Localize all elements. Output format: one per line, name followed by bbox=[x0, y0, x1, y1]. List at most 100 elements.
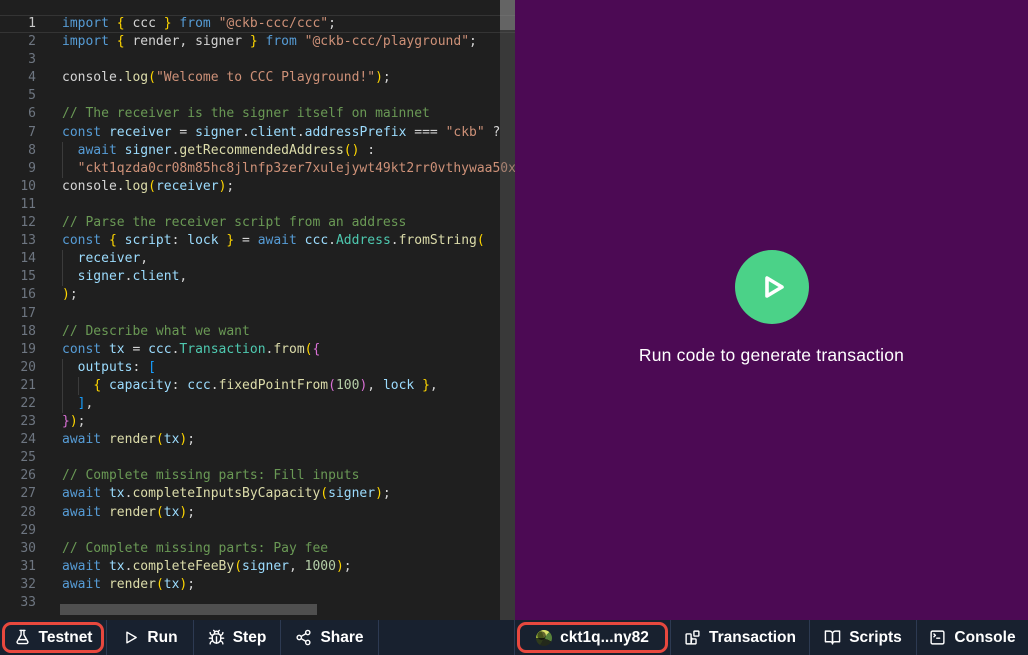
code-text: ); bbox=[36, 286, 78, 304]
code-text: console.log(receiver); bbox=[36, 178, 234, 196]
line-number: 6 bbox=[0, 105, 36, 123]
editor-line: 3 bbox=[0, 51, 515, 69]
line-number: 23 bbox=[0, 413, 36, 431]
editor-line: 26// Complete missing parts: Fill inputs bbox=[0, 467, 515, 485]
scripts-tab[interactable]: Scripts bbox=[810, 620, 917, 655]
code-text bbox=[36, 594, 62, 612]
code-text: // The receiver is the signer itself on … bbox=[36, 105, 430, 123]
transaction-tab[interactable]: Transaction bbox=[671, 620, 810, 655]
indent-guide bbox=[62, 268, 63, 286]
editor-line: 22 ], bbox=[0, 395, 515, 413]
scripts-label: Scripts bbox=[849, 629, 902, 647]
share-button[interactable]: Share bbox=[281, 620, 379, 655]
run-button[interactable]: Run bbox=[107, 620, 194, 655]
line-number: 11 bbox=[0, 196, 36, 214]
line-number: 26 bbox=[0, 467, 36, 485]
bottom-toolbar: Testnet Run Step Share bbox=[0, 620, 1028, 655]
editor-line: 4console.log("Welcome to CCC Playground!… bbox=[0, 69, 515, 87]
line-number: 7 bbox=[0, 124, 36, 142]
line-number: 21 bbox=[0, 377, 36, 395]
editor-line: 21 { capacity: ccc.fixedPointFrom(100), … bbox=[0, 377, 515, 395]
code-text: // Complete missing parts: Pay fee bbox=[36, 540, 328, 558]
code-text: // Parse the receiver script from an add… bbox=[36, 214, 406, 232]
line-number: 14 bbox=[0, 250, 36, 268]
code-text: import { ccc } from "@ckb-ccc/ccc"; bbox=[36, 15, 336, 33]
step-button[interactable]: Step bbox=[194, 620, 281, 655]
line-number: 33 bbox=[0, 594, 36, 612]
indent-guide bbox=[62, 160, 63, 178]
code-text: const receiver = signer.client.addressPr… bbox=[36, 124, 500, 142]
code-editor[interactable]: 1import { ccc } from "@ckb-ccc/ccc";2imp… bbox=[0, 0, 515, 620]
terminal-icon bbox=[929, 629, 946, 646]
code-text bbox=[36, 51, 62, 69]
editor-line: 15 signer.client, bbox=[0, 268, 515, 286]
share-icon bbox=[295, 629, 312, 646]
code-text bbox=[36, 196, 62, 214]
line-number: 29 bbox=[0, 522, 36, 540]
result-panel: Run code to generate transaction bbox=[515, 0, 1028, 620]
testnet-label: Testnet bbox=[39, 629, 93, 647]
indent-guide bbox=[62, 395, 63, 413]
play-icon bbox=[757, 272, 787, 302]
line-number: 27 bbox=[0, 485, 36, 503]
line-number: 17 bbox=[0, 305, 36, 323]
code-lines: 1import { ccc } from "@ckb-ccc/ccc";2imp… bbox=[0, 15, 515, 612]
code-text: await tx.completeInputsByCapacity(signer… bbox=[36, 485, 391, 503]
vertical-scrollbar-thumb[interactable] bbox=[500, 0, 515, 30]
code-text: "ckt1qzda0cr08m85hc8jlnfp3zer7xulejywt49… bbox=[36, 160, 515, 178]
editor-line: 19const tx = ccc.Transaction.from({ bbox=[0, 341, 515, 359]
result-message: Run code to generate transaction bbox=[515, 345, 1028, 366]
address-label: ckt1q...ny82 bbox=[560, 629, 649, 647]
editor-line: 24await render(tx); bbox=[0, 431, 515, 449]
toolbar-spacer bbox=[379, 620, 515, 655]
editor-line: 20 outputs: [ bbox=[0, 359, 515, 377]
line-number: 32 bbox=[0, 576, 36, 594]
code-text: receiver, bbox=[36, 250, 148, 268]
editor-line: 10console.log(receiver); bbox=[0, 178, 515, 196]
editor-line: 29 bbox=[0, 522, 515, 540]
editor-line: 25 bbox=[0, 449, 515, 467]
indent-guide bbox=[62, 250, 63, 268]
code-text: await render(tx); bbox=[36, 504, 195, 522]
testnet-button[interactable]: Testnet bbox=[0, 620, 107, 655]
line-number: 5 bbox=[0, 87, 36, 105]
line-number: 3 bbox=[0, 51, 36, 69]
code-text bbox=[36, 305, 62, 323]
code-text: await render(tx); bbox=[36, 431, 195, 449]
code-text bbox=[36, 87, 62, 105]
vertical-scrollbar[interactable] bbox=[500, 0, 515, 620]
editor-line: 16); bbox=[0, 286, 515, 304]
flask-icon bbox=[14, 629, 31, 646]
line-number: 24 bbox=[0, 431, 36, 449]
editor-line: 11 bbox=[0, 196, 515, 214]
indent-guide bbox=[62, 359, 63, 377]
code-text: const { script: lock } = await ccc.Addre… bbox=[36, 232, 485, 250]
horizontal-scrollbar-thumb[interactable] bbox=[60, 604, 317, 615]
code-text: await tx.completeFeeBy(signer, 1000); bbox=[36, 558, 352, 576]
line-number: 28 bbox=[0, 504, 36, 522]
play-button[interactable] bbox=[735, 250, 809, 324]
code-text: }); bbox=[36, 413, 85, 431]
console-tab[interactable]: Console bbox=[917, 620, 1028, 655]
transaction-label: Transaction bbox=[709, 629, 796, 647]
run-label: Run bbox=[147, 629, 177, 647]
code-text: await signer.getRecommendedAddress() : bbox=[36, 142, 375, 160]
code-text: const tx = ccc.Transaction.from({ bbox=[36, 341, 320, 359]
code-text: await render(tx); bbox=[36, 576, 195, 594]
line-number: 31 bbox=[0, 558, 36, 576]
line-number: 1 bbox=[0, 15, 36, 33]
code-text: import { render, signer } from "@ckb-ccc… bbox=[36, 33, 477, 51]
code-text: signer.client, bbox=[36, 268, 187, 286]
editor-line: 1import { ccc } from "@ckb-ccc/ccc"; bbox=[0, 15, 515, 33]
indent-guide bbox=[78, 377, 79, 395]
code-text: console.log("Welcome to CCC Playground!"… bbox=[36, 69, 391, 87]
line-number: 20 bbox=[0, 359, 36, 377]
address-button[interactable]: ckt1q...ny82 bbox=[515, 620, 671, 655]
editor-line: 9 "ckt1qzda0cr08m85hc8jlnfp3zer7xulejywt… bbox=[0, 160, 515, 178]
editor-line: 12// Parse the receiver script from an a… bbox=[0, 214, 515, 232]
line-number: 12 bbox=[0, 214, 36, 232]
editor-line: 14 receiver, bbox=[0, 250, 515, 268]
code-text bbox=[36, 522, 62, 540]
share-label: Share bbox=[320, 629, 363, 647]
code-text: { capacity: ccc.fixedPointFrom(100), loc… bbox=[36, 377, 438, 395]
